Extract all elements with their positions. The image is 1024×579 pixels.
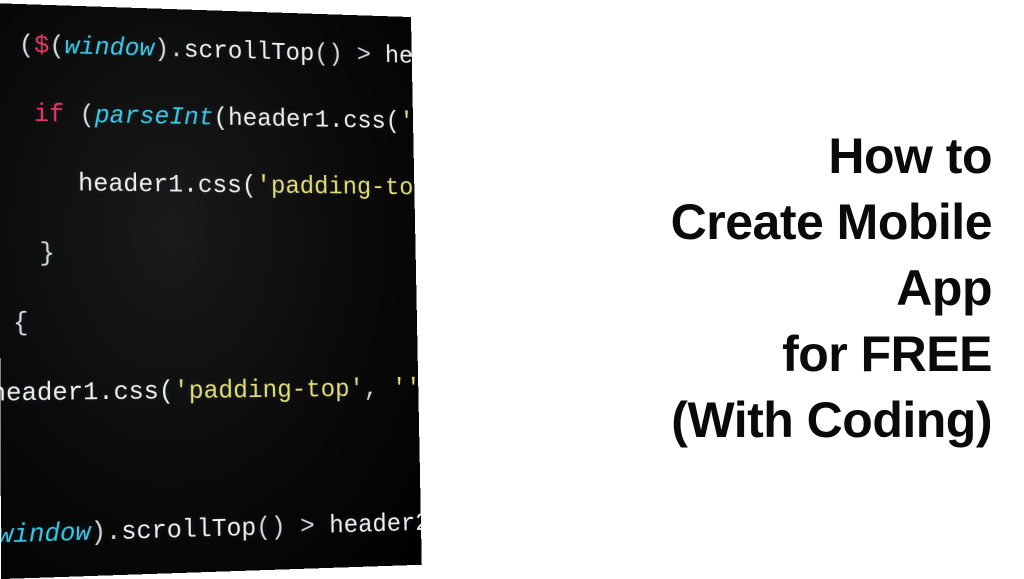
code-token: window [64, 32, 154, 64]
code-token: 'padding-top' [174, 374, 364, 406]
code-token: (header1.css( [213, 104, 400, 136]
code-token: header2_i [329, 508, 422, 541]
code-token: heade [385, 41, 422, 71]
heading-line: Create Mobile [671, 189, 992, 255]
code-token: scrollTop [121, 513, 256, 547]
code-block: ($(window).scrollTop() > heade if (parse… [0, 3, 422, 579]
code-token: header1.css( [0, 376, 174, 408]
code-token: if [34, 100, 65, 130]
code-token: $ [34, 31, 49, 61]
code-token: () > [314, 39, 385, 69]
code-token: } [39, 238, 54, 268]
heading-line: for FREE [671, 321, 992, 387]
code-token: parseInt [94, 101, 213, 132]
code-token: () > [256, 511, 330, 543]
code-token: ( [19, 30, 34, 60]
main-heading: How to Create Mobile App for FREE (With … [671, 123, 992, 453]
heading-line: (With Coding) [671, 387, 992, 453]
code-token: scrollTop [184, 35, 315, 67]
code-screenshot-panel: ($(window).scrollTop() > heade if (parse… [0, 3, 422, 579]
heading-line: App [671, 255, 992, 321]
code-token: '' [392, 374, 421, 403]
title-panel: How to Create Mobile App for FREE (With … [440, 0, 1024, 576]
code-token: 'padding-top' [256, 172, 422, 203]
code-token: , [364, 374, 393, 403]
code-token: { [0, 308, 29, 338]
heading-line: How to [671, 123, 992, 189]
code-token: + [420, 374, 421, 403]
code-token: header1.css( [78, 169, 257, 200]
code-token: window [0, 518, 91, 551]
code-token: ( [64, 100, 94, 130]
code-token: 'pad [399, 108, 421, 137]
code-token: 'padding- [358, 575, 422, 579]
code-token: ). [154, 35, 184, 65]
code-token: ). [91, 517, 122, 548]
code-token: ( [49, 31, 64, 61]
